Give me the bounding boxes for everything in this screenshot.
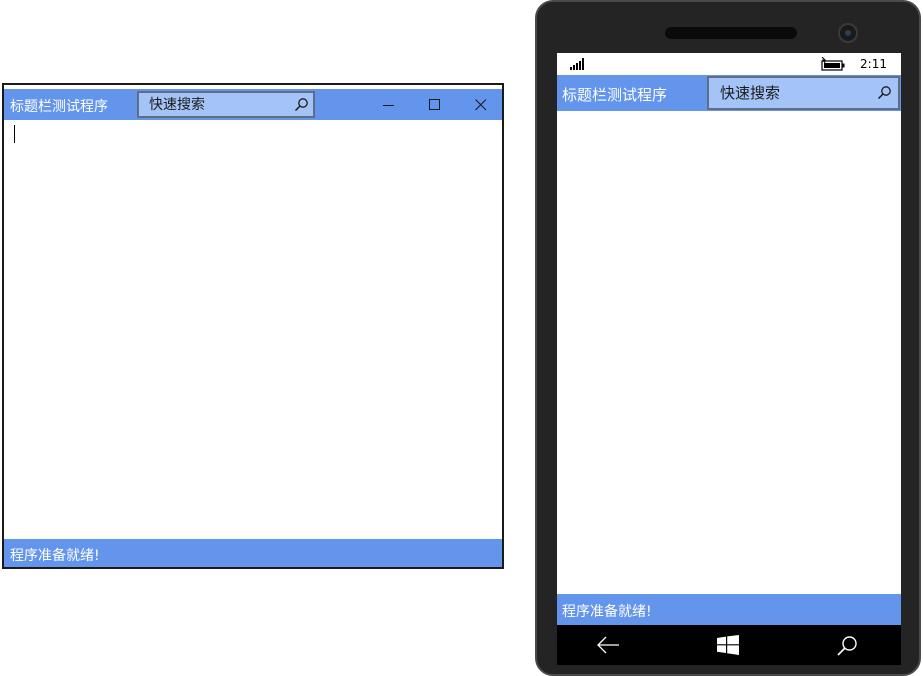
desktop-window: 标题栏测试程序 程序准备就绪! <box>2 83 504 569</box>
phone-camera <box>838 23 858 43</box>
phone-status-text: 程序准备就绪! <box>562 604 652 620</box>
maximize-button[interactable] <box>412 89 458 120</box>
start-button[interactable] <box>689 625 769 665</box>
search-icon[interactable] <box>876 85 892 101</box>
search-icon[interactable] <box>293 97 309 113</box>
desktop-status-bar: 程序准备就绪! <box>4 539 502 567</box>
close-button[interactable] <box>458 89 502 120</box>
phone-speaker <box>665 27 797 39</box>
phone-screen: 2:11 标题栏测试程序 程序准备就绪! <box>557 53 901 665</box>
desktop-search-box[interactable] <box>137 91 315 118</box>
phone-titlebar: 标题栏测试程序 <box>557 75 901 111</box>
desktop-status-text: 程序准备就绪! <box>10 548 100 564</box>
back-button[interactable] <box>568 625 648 665</box>
windows-start-icon <box>717 635 739 655</box>
back-arrow-icon <box>597 636 619 654</box>
phone-system-tray: 2:11 <box>557 53 901 75</box>
signal-icon <box>570 58 584 70</box>
minimize-button[interactable] <box>366 89 412 120</box>
desktop-search-input[interactable] <box>139 93 289 116</box>
text-caret <box>14 125 15 143</box>
desktop-text-area[interactable] <box>4 120 502 537</box>
phone-content-area[interactable] <box>557 111 901 594</box>
minimize-icon <box>383 105 394 106</box>
desktop-titlebar[interactable]: 标题栏测试程序 <box>4 89 502 120</box>
battery-charging-icon <box>821 57 845 71</box>
phone-nav-bar <box>557 625 901 665</box>
phone-clock: 2:11 <box>860 57 887 71</box>
phone-search-input[interactable] <box>709 78 874 108</box>
phone-app-title: 标题栏测试程序 <box>562 86 668 104</box>
close-icon <box>475 99 487 111</box>
phone-search-box[interactable] <box>707 76 900 110</box>
search-icon <box>837 636 857 656</box>
phone-status-bar: 程序准备就绪! <box>557 594 901 625</box>
search-button[interactable] <box>808 625 888 665</box>
maximize-icon <box>429 99 440 110</box>
desktop-window-title: 标题栏测试程序 <box>10 99 108 115</box>
